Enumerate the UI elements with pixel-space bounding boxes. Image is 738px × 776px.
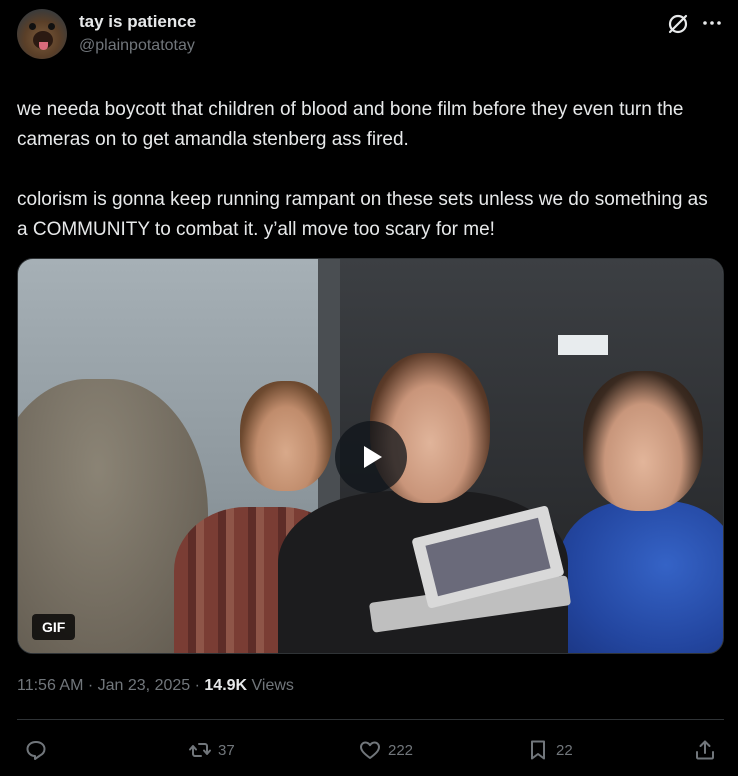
play-icon (364, 446, 382, 468)
tweet-detail: tay is patience @plainpotatotay we needa… (0, 0, 738, 776)
avatar[interactable] (17, 9, 67, 59)
retweet-button[interactable]: 37 (188, 737, 235, 763)
share-button[interactable] (693, 737, 717, 763)
divider (17, 719, 724, 720)
more-icon[interactable] (701, 12, 723, 34)
media-scene (558, 335, 608, 355)
reply-button[interactable] (24, 737, 54, 763)
avatar-eye (48, 23, 55, 30)
retweet-count: 37 (218, 741, 235, 759)
share-icon (696, 740, 714, 760)
like-icon (360, 741, 380, 759)
post-text: we needa boycott that children of blood … (17, 95, 721, 245)
retweet-icon (189, 743, 211, 757)
like-count: 222 (388, 741, 414, 759)
bookmark-icon (531, 740, 545, 760)
avatar-eye (29, 23, 36, 30)
author-handle[interactable]: @plainpotatotay (79, 37, 195, 55)
media-scene (583, 371, 703, 511)
gif-badge: GIF (32, 614, 76, 640)
views-count: 14.9K (204, 677, 248, 694)
bookmark-button[interactable]: 22 (526, 737, 573, 763)
grok-icon[interactable] (666, 12, 690, 36)
reply-icon (26, 741, 46, 760)
author-display-name[interactable]: tay is patience (79, 12, 196, 32)
meta-separator: · (190, 677, 205, 694)
post-paragraph: colorism is gonna keep running rampant o… (17, 189, 708, 240)
play-button[interactable] (335, 421, 407, 493)
post-paragraph: we needa boycott that children of blood … (17, 99, 684, 150)
bookmark-count: 22 (556, 741, 573, 759)
post-time[interactable]: 11:56 AM (17, 677, 83, 694)
post-date[interactable]: Jan 23, 2025 (98, 677, 191, 694)
gif-media[interactable]: GIF (17, 258, 724, 654)
meta-separator: · (83, 677, 98, 694)
media-scene (240, 381, 332, 491)
avatar-tongue (39, 42, 48, 50)
media-scene (558, 501, 723, 653)
post-meta: 11:56 AM · Jan 23, 2025 · 14.9K Views (17, 677, 294, 695)
like-button[interactable]: 222 (358, 737, 413, 763)
views-label: Views (247, 677, 294, 694)
